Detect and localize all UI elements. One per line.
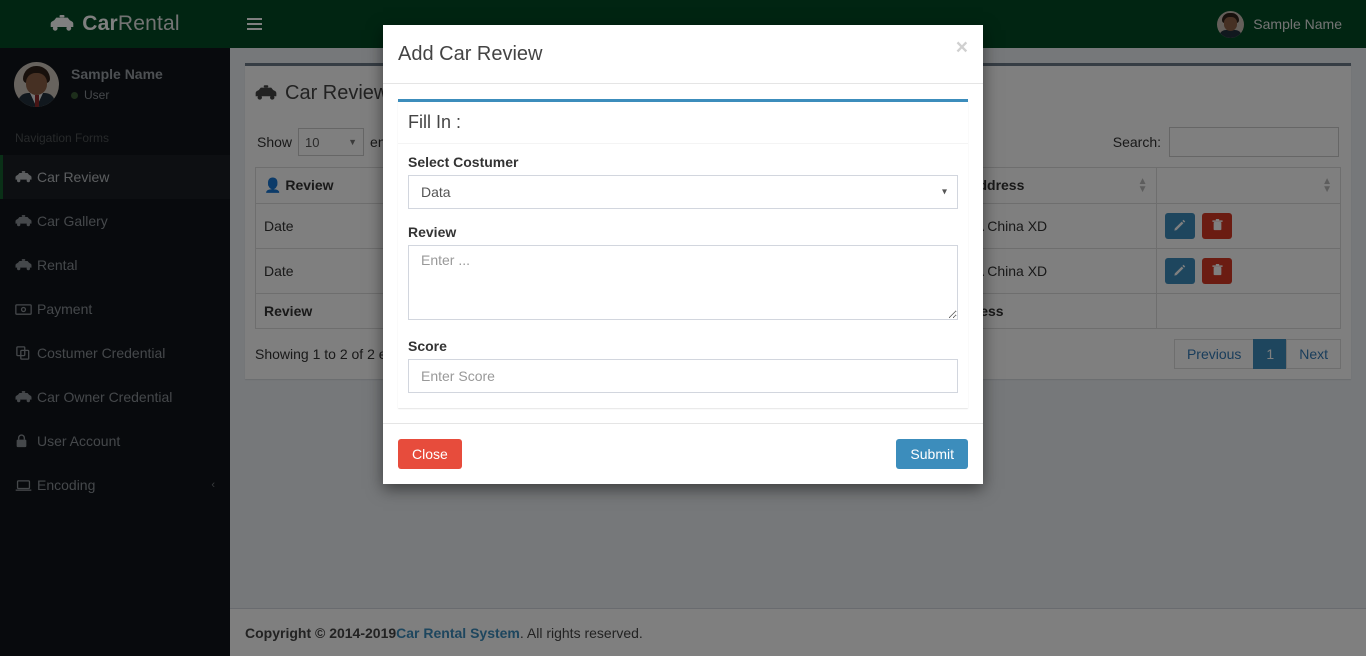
modal-body: Fill In : Select Costumer ▾ Review: [383, 84, 983, 423]
modal-header: Add Car Review ×: [383, 25, 983, 84]
app-root: CarRental Sample Name User Navigation Fo…: [0, 0, 1366, 656]
modal-footer: Close Submit: [383, 423, 983, 484]
add-car-review-modal: Add Car Review × Fill In : Select Costum…: [383, 25, 983, 484]
field-group-score: Score: [408, 338, 958, 393]
customer-select[interactable]: [408, 175, 958, 209]
modal-title: Add Car Review: [398, 43, 543, 65]
close-button[interactable]: Close: [398, 439, 462, 469]
field-group-customer: Select Costumer ▾: [408, 154, 958, 209]
close-icon[interactable]: ×: [956, 37, 968, 58]
score-label: Score: [408, 338, 447, 354]
submit-button[interactable]: Submit: [896, 439, 968, 469]
field-group-review: Review: [408, 224, 958, 323]
review-textarea[interactable]: [408, 245, 958, 320]
score-input[interactable]: [408, 359, 958, 393]
customer-select-wrapper: ▾: [408, 175, 958, 209]
review-label: Review: [408, 224, 457, 240]
fill-in-panel: Fill In : Select Costumer ▾ Review: [398, 99, 968, 408]
customer-label: Select Costumer: [408, 154, 519, 170]
fill-in-panel-header: Fill In :: [398, 102, 968, 144]
fill-in-panel-body: Select Costumer ▾ Review Score: [398, 144, 968, 408]
fill-in-title: Fill In :: [408, 112, 462, 132]
